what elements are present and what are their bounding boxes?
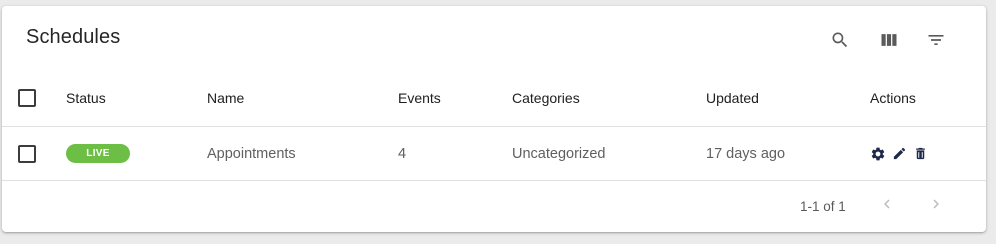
search-button[interactable]	[824, 24, 856, 56]
settings-icon[interactable]	[868, 144, 888, 164]
column-header-updated[interactable]: Updated	[706, 70, 759, 126]
updated-cell: 17 days ago	[706, 145, 786, 162]
status-badge: LIVE	[66, 144, 130, 163]
search-icon	[830, 30, 850, 50]
column-header-events[interactable]: Events	[398, 70, 441, 126]
categories-cell: Uncategorized	[512, 145, 606, 162]
events-cell: 4	[398, 145, 407, 162]
row-select-cell	[18, 127, 36, 180]
table-row[interactable]: LIVE Appointments 4 Uncategorized 17 day…	[2, 127, 986, 181]
previous-page-button[interactable]	[873, 192, 901, 220]
column-header-actions: Actions	[870, 90, 916, 106]
table-header: Status Name Events Categories Updated Ac…	[2, 70, 986, 127]
select-all-cell	[18, 70, 36, 126]
filter-list-icon	[926, 30, 946, 50]
chevron-left-icon	[878, 195, 896, 218]
filter-button[interactable]	[920, 24, 952, 56]
actions-cell	[868, 127, 931, 180]
schedules-card: Schedules Status Name Events Categories …	[2, 6, 986, 232]
column-header-categories[interactable]: Categories	[512, 70, 580, 126]
column-header-name[interactable]: Name	[207, 70, 244, 126]
select-all-checkbox[interactable]	[18, 89, 36, 107]
view-columns-button[interactable]	[873, 24, 905, 56]
row-checkbox[interactable]	[18, 144, 36, 163]
table-footer: 1-1 of 1	[2, 181, 986, 232]
view-columns-icon	[879, 30, 899, 50]
chevron-right-icon	[927, 195, 945, 218]
column-header-status[interactable]: Status	[66, 70, 106, 126]
name-cell: Appointments	[207, 145, 296, 162]
next-page-button[interactable]	[922, 192, 950, 220]
page-title: Schedules	[26, 26, 121, 48]
status-cell: LIVE	[66, 127, 130, 180]
pagination-range: 1-1 of 1	[800, 199, 846, 214]
delete-icon[interactable]	[910, 144, 930, 164]
edit-icon[interactable]	[889, 144, 909, 164]
